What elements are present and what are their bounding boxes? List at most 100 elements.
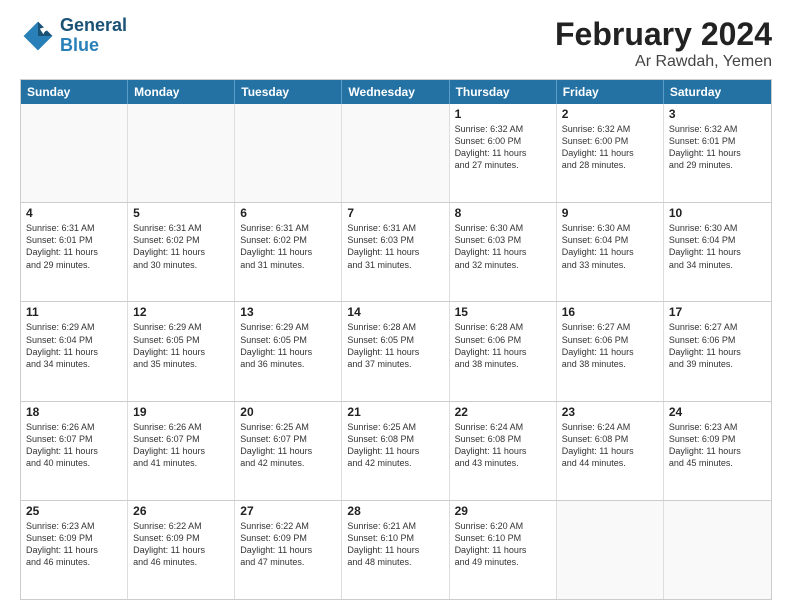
- cell-info: Sunrise: 6:31 AM Sunset: 6:03 PM Dayligh…: [347, 222, 443, 271]
- calendar-cell: 29 Sunrise: 6:20 AM Sunset: 6:10 PM Dayli…: [450, 501, 557, 599]
- logo-icon: [20, 18, 56, 54]
- cell-info: Sunrise: 6:26 AM Sunset: 6:07 PM Dayligh…: [133, 421, 229, 470]
- day-number: 25: [26, 504, 122, 518]
- calendar-cell: 4Sunrise: 6:31 AM Sunset: 6:01 PM Daylig…: [21, 203, 128, 301]
- calendar-cell: [664, 501, 771, 599]
- cell-info: Sunrise: 6:31 AM Sunset: 6:02 PM Dayligh…: [240, 222, 336, 271]
- cell-info: Sunrise: 6:21 AM Sunset: 6:10 PM Dayligh…: [347, 520, 443, 569]
- subtitle: Ar Rawdah, Yemen: [555, 53, 772, 71]
- cell-info: Sunrise: 6:20 AM Sunset: 6:10 PM Dayligh…: [455, 520, 551, 569]
- calendar-header-day: Friday: [557, 80, 664, 104]
- calendar-cell: 20 Sunrise: 6:25 AM Sunset: 6:07 PM Dayli…: [235, 402, 342, 500]
- calendar-cell: 19 Sunrise: 6:26 AM Sunset: 6:07 PM Dayli…: [128, 402, 235, 500]
- day-number: 18: [26, 405, 122, 419]
- calendar-cell: 8Sunrise: 6:30 AM Sunset: 6:03 PM Daylig…: [450, 203, 557, 301]
- calendar-header-day: Tuesday: [235, 80, 342, 104]
- day-number: 27: [240, 504, 336, 518]
- calendar-row: 25 Sunrise: 6:23 AM Sunset: 6:09 PM Dayli…: [21, 500, 771, 599]
- calendar-cell: 14Sunrise: 6:28 AM Sunset: 6:05 PM Dayli…: [342, 302, 449, 400]
- calendar-header: SundayMondayTuesdayWednesdayThursdayFrid…: [21, 80, 771, 104]
- day-number: 23: [562, 405, 658, 419]
- header: General Blue February 2024 Ar Rawdah, Ye…: [20, 16, 772, 71]
- cell-info: Sunrise: 6:30 AM Sunset: 6:03 PM Dayligh…: [455, 222, 551, 271]
- day-number: 6: [240, 206, 336, 220]
- cell-info: Sunrise: 6:24 AM Sunset: 6:08 PM Dayligh…: [455, 421, 551, 470]
- calendar-cell: [235, 104, 342, 202]
- day-number: 28: [347, 504, 443, 518]
- calendar-header-day: Sunday: [21, 80, 128, 104]
- calendar-cell: [342, 104, 449, 202]
- day-number: 4: [26, 206, 122, 220]
- day-number: 2: [562, 107, 658, 121]
- day-number: 9: [562, 206, 658, 220]
- day-number: 14: [347, 305, 443, 319]
- day-number: 15: [455, 305, 551, 319]
- calendar-cell: 17 Sunrise: 6:27 AM Sunset: 6:06 PM Dayli…: [664, 302, 771, 400]
- calendar: SundayMondayTuesdayWednesdayThursdayFrid…: [20, 79, 772, 600]
- day-number: 17: [669, 305, 766, 319]
- day-number: 29: [455, 504, 551, 518]
- day-number: 20: [240, 405, 336, 419]
- cell-info: Sunrise: 6:23 AM Sunset: 6:09 PM Dayligh…: [669, 421, 766, 470]
- day-number: 11: [26, 305, 122, 319]
- cell-info: Sunrise: 6:30 AM Sunset: 6:04 PM Dayligh…: [669, 222, 766, 271]
- calendar-body: 1Sunrise: 6:32 AM Sunset: 6:00 PM Daylig…: [21, 104, 771, 599]
- calendar-cell: [557, 501, 664, 599]
- cell-info: Sunrise: 6:32 AM Sunset: 6:01 PM Dayligh…: [669, 123, 766, 172]
- calendar-cell: 3 Sunrise: 6:32 AM Sunset: 6:01 PM Daylig…: [664, 104, 771, 202]
- cell-info: Sunrise: 6:29 AM Sunset: 6:04 PM Dayligh…: [26, 321, 122, 370]
- day-number: 3: [669, 107, 766, 121]
- title-block: February 2024 Ar Rawdah, Yemen: [555, 16, 772, 71]
- calendar-cell: 6 Sunrise: 6:31 AM Sunset: 6:02 PM Daylig…: [235, 203, 342, 301]
- calendar-cell: 13 Sunrise: 6:29 AM Sunset: 6:05 PM Dayli…: [235, 302, 342, 400]
- day-number: 24: [669, 405, 766, 419]
- logo: General Blue: [20, 16, 127, 56]
- cell-info: Sunrise: 6:26 AM Sunset: 6:07 PM Dayligh…: [26, 421, 122, 470]
- cell-info: Sunrise: 6:27 AM Sunset: 6:06 PM Dayligh…: [669, 321, 766, 370]
- logo-line2: Blue: [60, 36, 127, 56]
- calendar-header-day: Monday: [128, 80, 235, 104]
- cell-info: Sunrise: 6:25 AM Sunset: 6:08 PM Dayligh…: [347, 421, 443, 470]
- cell-info: Sunrise: 6:23 AM Sunset: 6:09 PM Dayligh…: [26, 520, 122, 569]
- calendar-cell: 24 Sunrise: 6:23 AM Sunset: 6:09 PM Dayli…: [664, 402, 771, 500]
- day-number: 12: [133, 305, 229, 319]
- calendar-cell: 7 Sunrise: 6:31 AM Sunset: 6:03 PM Daylig…: [342, 203, 449, 301]
- logo-line1: General: [60, 16, 127, 36]
- day-number: 19: [133, 405, 229, 419]
- cell-info: Sunrise: 6:25 AM Sunset: 6:07 PM Dayligh…: [240, 421, 336, 470]
- calendar-cell: 27 Sunrise: 6:22 AM Sunset: 6:09 PM Dayli…: [235, 501, 342, 599]
- page: General Blue February 2024 Ar Rawdah, Ye…: [0, 0, 792, 612]
- cell-info: Sunrise: 6:27 AM Sunset: 6:06 PM Dayligh…: [562, 321, 658, 370]
- day-number: 7: [347, 206, 443, 220]
- calendar-cell: 16 Sunrise: 6:27 AM Sunset: 6:06 PM Dayli…: [557, 302, 664, 400]
- calendar-cell: 18 Sunrise: 6:26 AM Sunset: 6:07 PM Dayli…: [21, 402, 128, 500]
- cell-info: Sunrise: 6:22 AM Sunset: 6:09 PM Dayligh…: [240, 520, 336, 569]
- cell-info: Sunrise: 6:32 AM Sunset: 6:00 PM Dayligh…: [455, 123, 551, 172]
- calendar-cell: [128, 104, 235, 202]
- cell-info: Sunrise: 6:24 AM Sunset: 6:08 PM Dayligh…: [562, 421, 658, 470]
- calendar-row: 4Sunrise: 6:31 AM Sunset: 6:01 PM Daylig…: [21, 202, 771, 301]
- cell-info: Sunrise: 6:29 AM Sunset: 6:05 PM Dayligh…: [240, 321, 336, 370]
- cell-info: Sunrise: 6:30 AM Sunset: 6:04 PM Dayligh…: [562, 222, 658, 271]
- calendar-cell: 11 Sunrise: 6:29 AM Sunset: 6:04 PM Dayli…: [21, 302, 128, 400]
- calendar-header-day: Wednesday: [342, 80, 449, 104]
- day-number: 16: [562, 305, 658, 319]
- calendar-cell: 15 Sunrise: 6:28 AM Sunset: 6:06 PM Dayli…: [450, 302, 557, 400]
- day-number: 22: [455, 405, 551, 419]
- main-title: February 2024: [555, 16, 772, 53]
- day-number: 5: [133, 206, 229, 220]
- calendar-cell: 10Sunrise: 6:30 AM Sunset: 6:04 PM Dayli…: [664, 203, 771, 301]
- cell-info: Sunrise: 6:29 AM Sunset: 6:05 PM Dayligh…: [133, 321, 229, 370]
- day-number: 13: [240, 305, 336, 319]
- calendar-cell: 2Sunrise: 6:32 AM Sunset: 6:00 PM Daylig…: [557, 104, 664, 202]
- calendar-cell: 5Sunrise: 6:31 AM Sunset: 6:02 PM Daylig…: [128, 203, 235, 301]
- calendar-row: 18 Sunrise: 6:26 AM Sunset: 6:07 PM Dayli…: [21, 401, 771, 500]
- calendar-cell: 26 Sunrise: 6:22 AM Sunset: 6:09 PM Dayli…: [128, 501, 235, 599]
- calendar-cell: 22 Sunrise: 6:24 AM Sunset: 6:08 PM Dayli…: [450, 402, 557, 500]
- day-number: 26: [133, 504, 229, 518]
- cell-info: Sunrise: 6:22 AM Sunset: 6:09 PM Dayligh…: [133, 520, 229, 569]
- logo-text: General Blue: [60, 16, 127, 56]
- calendar-cell: 21Sunrise: 6:25 AM Sunset: 6:08 PM Dayli…: [342, 402, 449, 500]
- cell-info: Sunrise: 6:28 AM Sunset: 6:06 PM Dayligh…: [455, 321, 551, 370]
- calendar-cell: 23 Sunrise: 6:24 AM Sunset: 6:08 PM Dayli…: [557, 402, 664, 500]
